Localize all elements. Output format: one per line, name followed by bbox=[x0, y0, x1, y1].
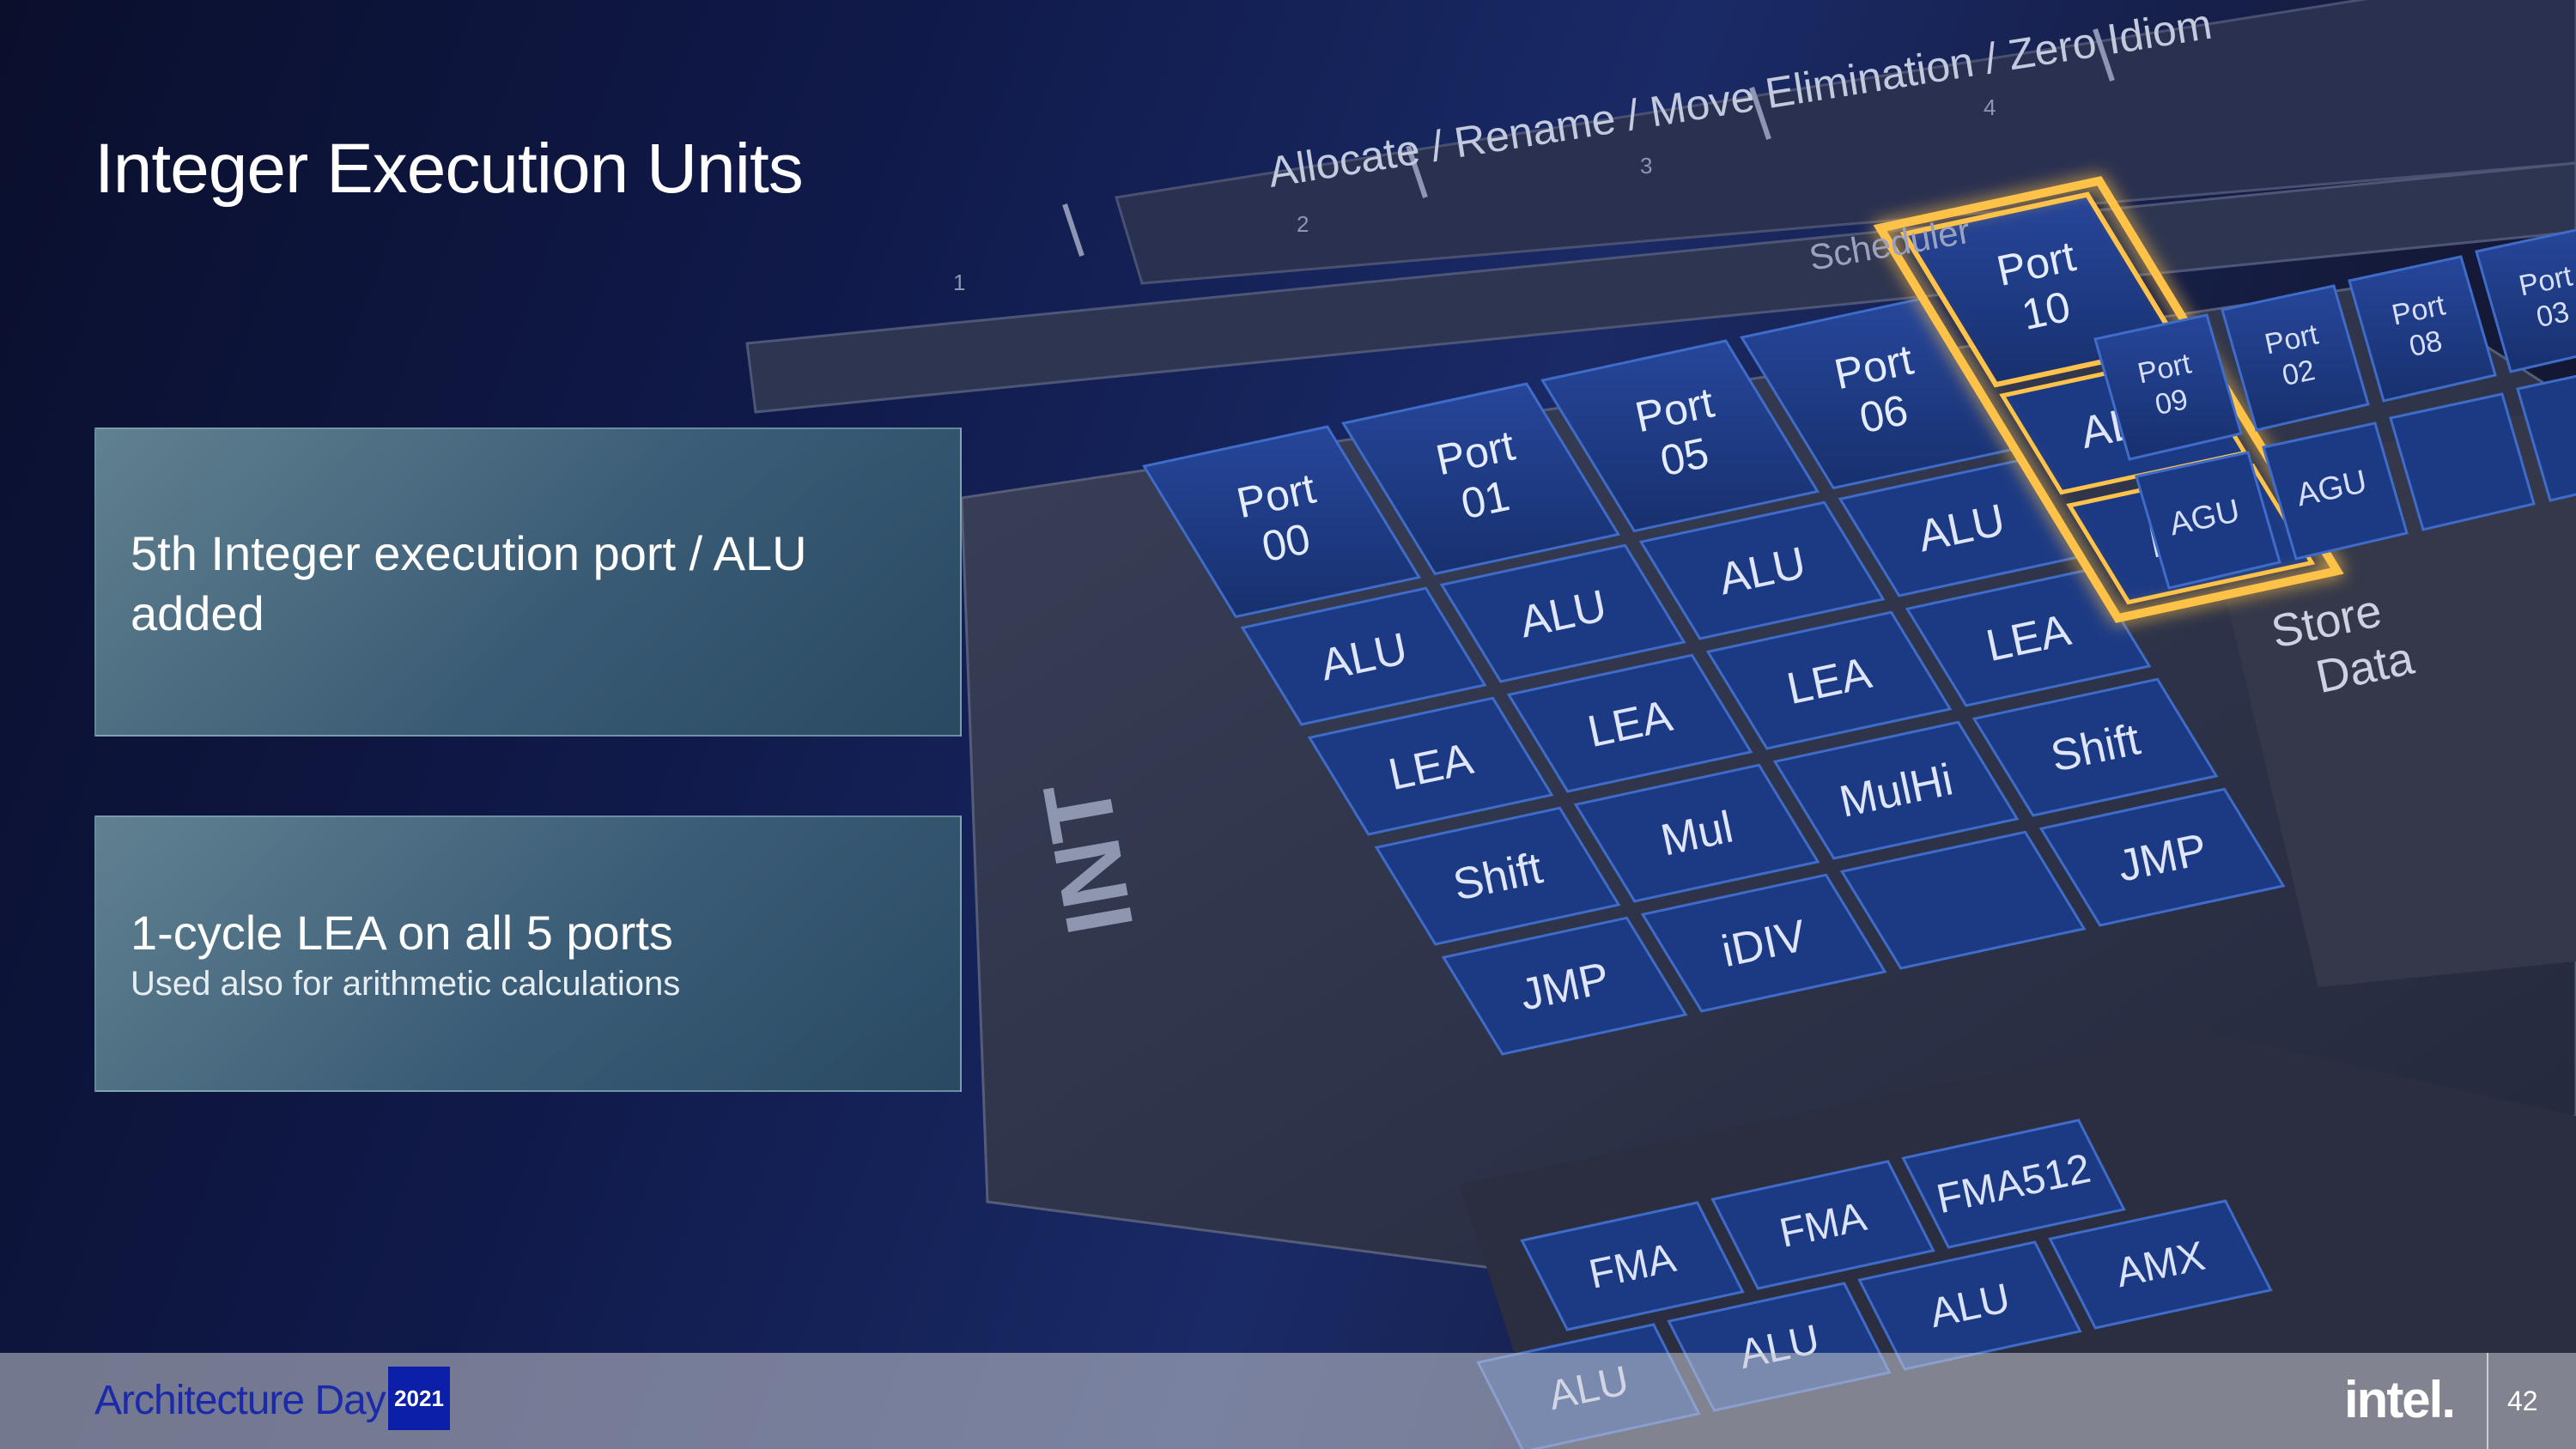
slide: 1234 Port00 ALU LEA Shift JMP Port01 ALU LEA Mul… bbox=[0, 0, 2576, 1449]
callout-heading: 5th Integer execution port / ALU added bbox=[131, 526, 807, 640]
pipeline-tick-label: 1 bbox=[953, 270, 965, 295]
callout-lea: 1-cycle LEA on all 5 ports Used also for… bbox=[94, 815, 962, 1092]
pipeline-tick-label: 2 bbox=[1297, 211, 1309, 237]
intel-logo: intel. bbox=[2344, 1371, 2456, 1428]
pipeline-tick-label: 3 bbox=[1640, 153, 1652, 179]
callout-heading: 1-cycle LEA on all 5 ports bbox=[131, 906, 673, 960]
callout-subtext: Used also for arithmetic calculations bbox=[131, 965, 681, 1003]
year-badge: 2021 bbox=[388, 1367, 450, 1430]
page-title: Integer Execution Units bbox=[94, 130, 804, 208]
footer-divider bbox=[2487, 1353, 2488, 1449]
page-number: 42 bbox=[2507, 1385, 2538, 1416]
pipeline-tick-mark bbox=[1062, 203, 1084, 257]
callout-alu-added: 5th Integer execution port / ALU added bbox=[94, 427, 962, 737]
footer-bar: Architecture Day 2021 intel. 42 bbox=[0, 1353, 2576, 1449]
pipeline-tick-label: 4 bbox=[1984, 94, 1996, 120]
event-brand: Architecture Day bbox=[94, 1378, 386, 1423]
